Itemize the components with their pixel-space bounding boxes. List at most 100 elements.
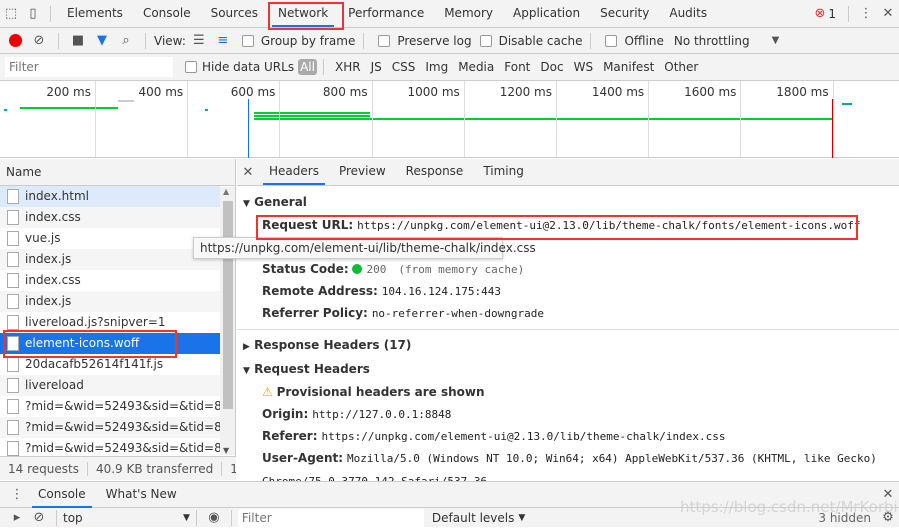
filter-type-ws[interactable]: WS — [569, 60, 598, 74]
divider — [195, 509, 197, 526]
filter-type-all[interactable]: All — [298, 59, 317, 75]
view-label: View: — [154, 33, 186, 48]
request-row[interactable]: 20dacafb52614f141f.js — [0, 354, 220, 375]
close-icon[interactable]: ✕ — [877, 3, 899, 25]
tab-security[interactable]: Security — [590, 0, 659, 28]
close-icon[interactable]: ✕ — [237, 161, 259, 183]
tab-timing[interactable]: Timing — [473, 158, 534, 186]
filter-type-img[interactable]: Img — [420, 60, 453, 74]
offline-checkbox[interactable] — [605, 34, 618, 47]
waterfall-icon[interactable]: ≡ — [212, 30, 234, 52]
more-options-icon[interactable]: ⋮ — [855, 3, 877, 25]
drawer-tab-console[interactable]: Console — [28, 481, 96, 509]
file-icon — [7, 378, 19, 393]
disable-cache-checkbox[interactable] — [479, 34, 492, 47]
scrollbar-thumb[interactable] — [223, 201, 233, 409]
tab-elements[interactable]: Elements — [57, 0, 133, 28]
filter-icon[interactable]: ▼ — [91, 30, 113, 52]
tab-performance[interactable]: Performance — [338, 0, 434, 28]
timeline-tick-label: 1400 ms — [591, 85, 645, 99]
request-row[interactable]: index.css — [0, 270, 220, 291]
request-row[interactable]: index.css — [0, 207, 220, 228]
filter-input[interactable] — [5, 57, 173, 77]
drawer-tab-what-s-new[interactable]: What's New — [96, 481, 187, 509]
request-name: index.html — [25, 189, 89, 203]
network-overview-timeline[interactable]: 200 ms 400 ms 600 ms 800 ms 1000 ms 1200 ms 14… — [0, 81, 899, 158]
file-icon — [7, 252, 19, 267]
filter-type-xhr[interactable]: XHR — [330, 60, 366, 74]
name-column-header[interactable]: Name — [0, 159, 235, 186]
filter-type-font[interactable]: Font — [499, 60, 535, 74]
response-headers-toggle[interactable]: ▶ Response Headers (17) — [237, 333, 899, 357]
filter-type-js[interactable]: JS — [366, 60, 387, 74]
hide-data-urls-label: Hide data URLs — [202, 60, 295, 74]
request-list: Name index.html index.css vue.js index.js in… — [0, 159, 236, 456]
device-toolbar-icon[interactable]: ▯ — [22, 3, 44, 25]
search-icon[interactable]: ⌕ — [115, 30, 137, 52]
error-count[interactable]: 1 — [828, 7, 836, 21]
tab-sources[interactable]: Sources — [201, 0, 268, 28]
tab-preview[interactable]: Preview — [329, 158, 396, 186]
clear-console-icon[interactable]: ⊘ — [28, 507, 50, 529]
file-icon — [7, 273, 19, 288]
sidebar-toggle-icon[interactable]: ▸ — [6, 507, 28, 529]
file-icon — [7, 210, 19, 225]
timeline-gridline — [740, 81, 742, 157]
tab-memory[interactable]: Memory — [434, 0, 503, 28]
group-by-frame-checkbox[interactable] — [241, 34, 254, 47]
inspect-element-icon[interactable]: ⬚ — [0, 3, 22, 25]
timeline-tick-label: 600 ms — [230, 85, 276, 99]
file-icon — [7, 231, 19, 246]
scroll-down-icon[interactable]: ▼ — [223, 446, 229, 455]
request-row[interactable]: vue.js — [0, 228, 220, 249]
filter-type-other[interactable]: Other — [659, 60, 703, 74]
large-rows-icon[interactable]: ☰ — [188, 30, 210, 52]
throttling-select[interactable]: No throttling — [674, 34, 750, 48]
status-code-value: 200 — [366, 263, 387, 276]
chevron-down-icon[interactable]: ▼ — [183, 513, 190, 523]
request-row[interactable]: element-icons.woff — [0, 333, 220, 354]
request-row[interactable]: index.js — [0, 291, 220, 312]
general-section-toggle[interactable]: ▼ General — [237, 190, 899, 214]
record-icon[interactable] — [4, 30, 26, 52]
filter-type-manifest[interactable]: Manifest — [598, 60, 659, 74]
status-ok-dot-icon — [352, 264, 363, 274]
request-list-scrollbar[interactable]: ▲ ▼ — [220, 187, 235, 455]
console-filter-input[interactable] — [237, 508, 424, 527]
hide-data-urls-checkbox[interactable] — [185, 61, 197, 73]
request-row[interactable]: livereload — [0, 375, 220, 396]
chevron-down-icon[interactable]: ▼ — [772, 35, 780, 46]
error-icon[interactable]: ⊗ — [814, 6, 825, 21]
provisional-warning: ⚠ Provisional headers are shown — [237, 381, 899, 403]
eye-icon[interactable]: ◉ — [203, 507, 225, 529]
request-headers-toggle[interactable]: ▼ Request Headers — [237, 357, 899, 381]
request-row[interactable]: livereload.js?snipver=1 — [0, 312, 220, 333]
network-summary-bar: 14 requests 40.9 KB transferred 1.2 MB — [0, 456, 236, 480]
filter-type-media[interactable]: Media — [453, 60, 499, 74]
request-count: 14 requests — [0, 461, 88, 476]
chevron-down-icon[interactable]: ▼ — [518, 513, 525, 523]
screenshot-camera-icon[interactable]: ■ — [67, 30, 89, 52]
tab-console[interactable]: Console — [133, 0, 201, 28]
request-row[interactable]: ?mid=&wid=52493&sid=&tid=8410 — [0, 417, 220, 438]
scroll-up-icon[interactable]: ▲ — [223, 187, 229, 196]
tab-audits[interactable]: Audits — [659, 0, 717, 28]
request-row[interactable]: ?mid=&wid=52493&sid=&tid=8410 — [0, 396, 220, 417]
request-name: 20dacafb52614f141f.js — [25, 357, 164, 371]
context-select[interactable]: top — [63, 511, 183, 525]
clear-icon[interactable]: ⊘ — [28, 30, 50, 52]
log-levels-select[interactable]: Default levels — [432, 511, 514, 525]
divider — [322, 59, 324, 75]
preserve-log-checkbox[interactable] — [378, 34, 391, 47]
timeline-gridline — [463, 81, 465, 157]
filter-type-doc[interactable]: Doc — [535, 60, 568, 74]
divider — [56, 509, 57, 526]
request-row[interactable]: index.html — [0, 186, 220, 207]
tab-network[interactable]: Network — [268, 0, 338, 28]
filter-type-css[interactable]: CSS — [387, 60, 421, 74]
request-row[interactable]: index.js — [0, 249, 220, 270]
tab-application[interactable]: Application — [503, 0, 590, 28]
drawer-menu-icon[interactable]: ⋮ — [6, 484, 28, 506]
tab-headers[interactable]: Headers — [259, 158, 329, 186]
tab-response[interactable]: Response — [396, 158, 474, 186]
